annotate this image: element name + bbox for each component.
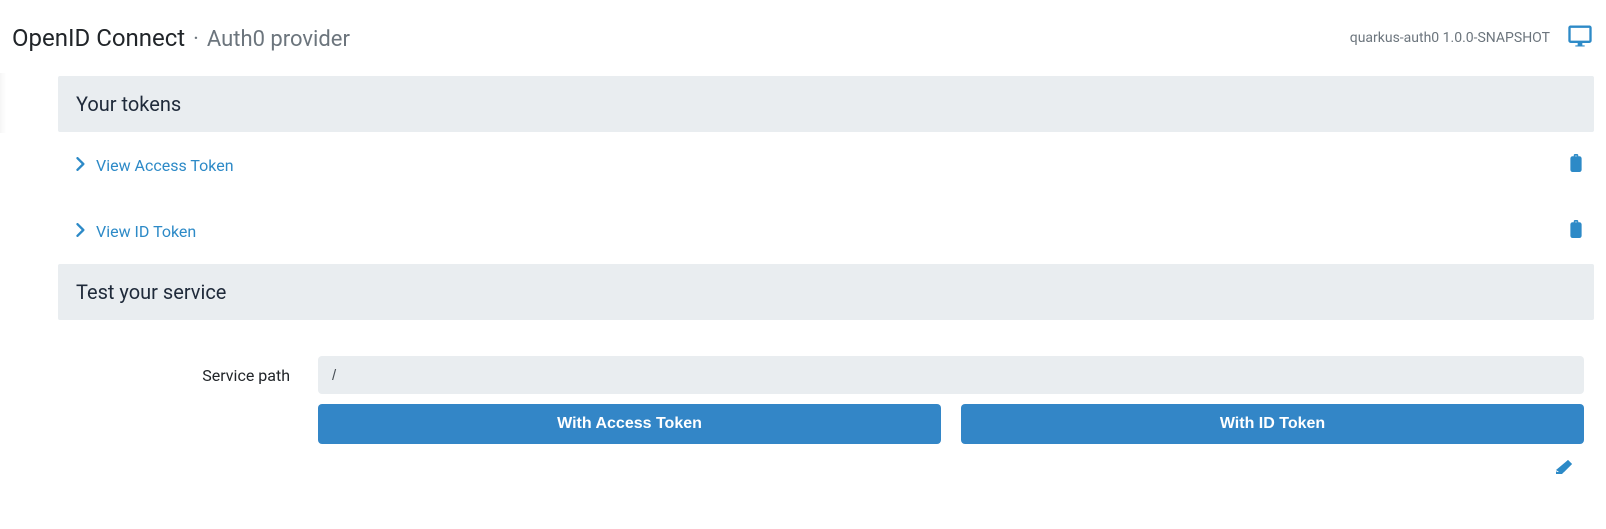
with-id-token-button[interactable]: With ID Token xyxy=(961,404,1584,444)
token-row-access: View Access Token xyxy=(58,132,1594,198)
chevron-right-icon xyxy=(76,156,86,175)
footer-actions xyxy=(58,444,1584,480)
app-meta: quarkus-auth0 1.0.0-SNAPSHOT xyxy=(1350,30,1550,46)
tokens-section-header: Your tokens xyxy=(58,76,1594,132)
header-right: quarkus-auth0 1.0.0-SNAPSHOT xyxy=(1350,22,1594,54)
service-path-label: Service path xyxy=(58,366,290,385)
clipboard-icon[interactable] xyxy=(1568,220,1584,242)
view-id-token-link[interactable]: View ID Token xyxy=(76,222,196,241)
token-row-id: View ID Token xyxy=(58,198,1594,264)
view-access-token-link[interactable]: View Access Token xyxy=(76,156,234,175)
header-left: OpenID Connect · Auth0 provider xyxy=(12,24,350,52)
page-subtitle: Auth0 provider xyxy=(207,27,350,52)
title-separator: · xyxy=(193,27,199,52)
service-path-row: Service path xyxy=(58,356,1584,394)
test-form: Service path With Access Token With ID T… xyxy=(58,320,1594,480)
eraser-icon[interactable] xyxy=(1554,458,1574,480)
token-rows: View Access Token View ID Token xyxy=(58,132,1594,264)
test-section-header: Test your service xyxy=(58,264,1594,320)
page-title: OpenID Connect xyxy=(12,24,185,52)
test-button-row: With Access Token With ID Token xyxy=(58,404,1584,444)
monitor-icon[interactable] xyxy=(1566,22,1594,54)
clipboard-icon[interactable] xyxy=(1568,154,1584,176)
with-access-token-button[interactable]: With Access Token xyxy=(318,404,941,444)
header-bar: OpenID Connect · Auth0 provider quarkus-… xyxy=(0,0,1606,76)
view-id-token-label: View ID Token xyxy=(96,222,196,241)
service-path-input[interactable] xyxy=(318,356,1584,394)
left-edge-shadow xyxy=(0,73,6,133)
view-access-token-label: View Access Token xyxy=(96,156,234,175)
chevron-right-icon xyxy=(76,222,86,241)
